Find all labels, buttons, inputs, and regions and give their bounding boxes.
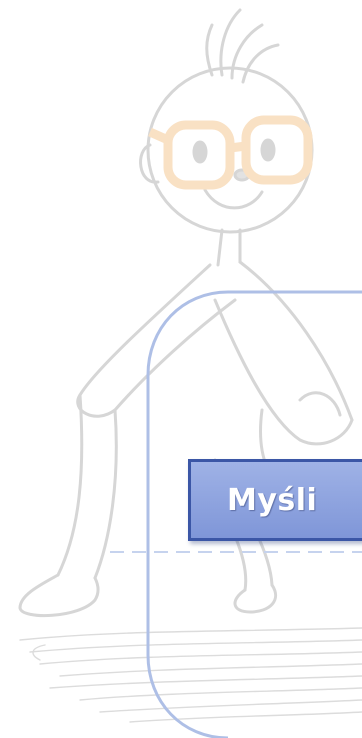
ground-scribble-illustration [19, 627, 362, 723]
label-text: Myśli [227, 482, 318, 518]
illustration [18, 8, 362, 738]
slide-canvas: Myśli [0, 0, 362, 738]
label-box: Myśli [188, 459, 362, 541]
glasses-illustration [148, 115, 313, 190]
